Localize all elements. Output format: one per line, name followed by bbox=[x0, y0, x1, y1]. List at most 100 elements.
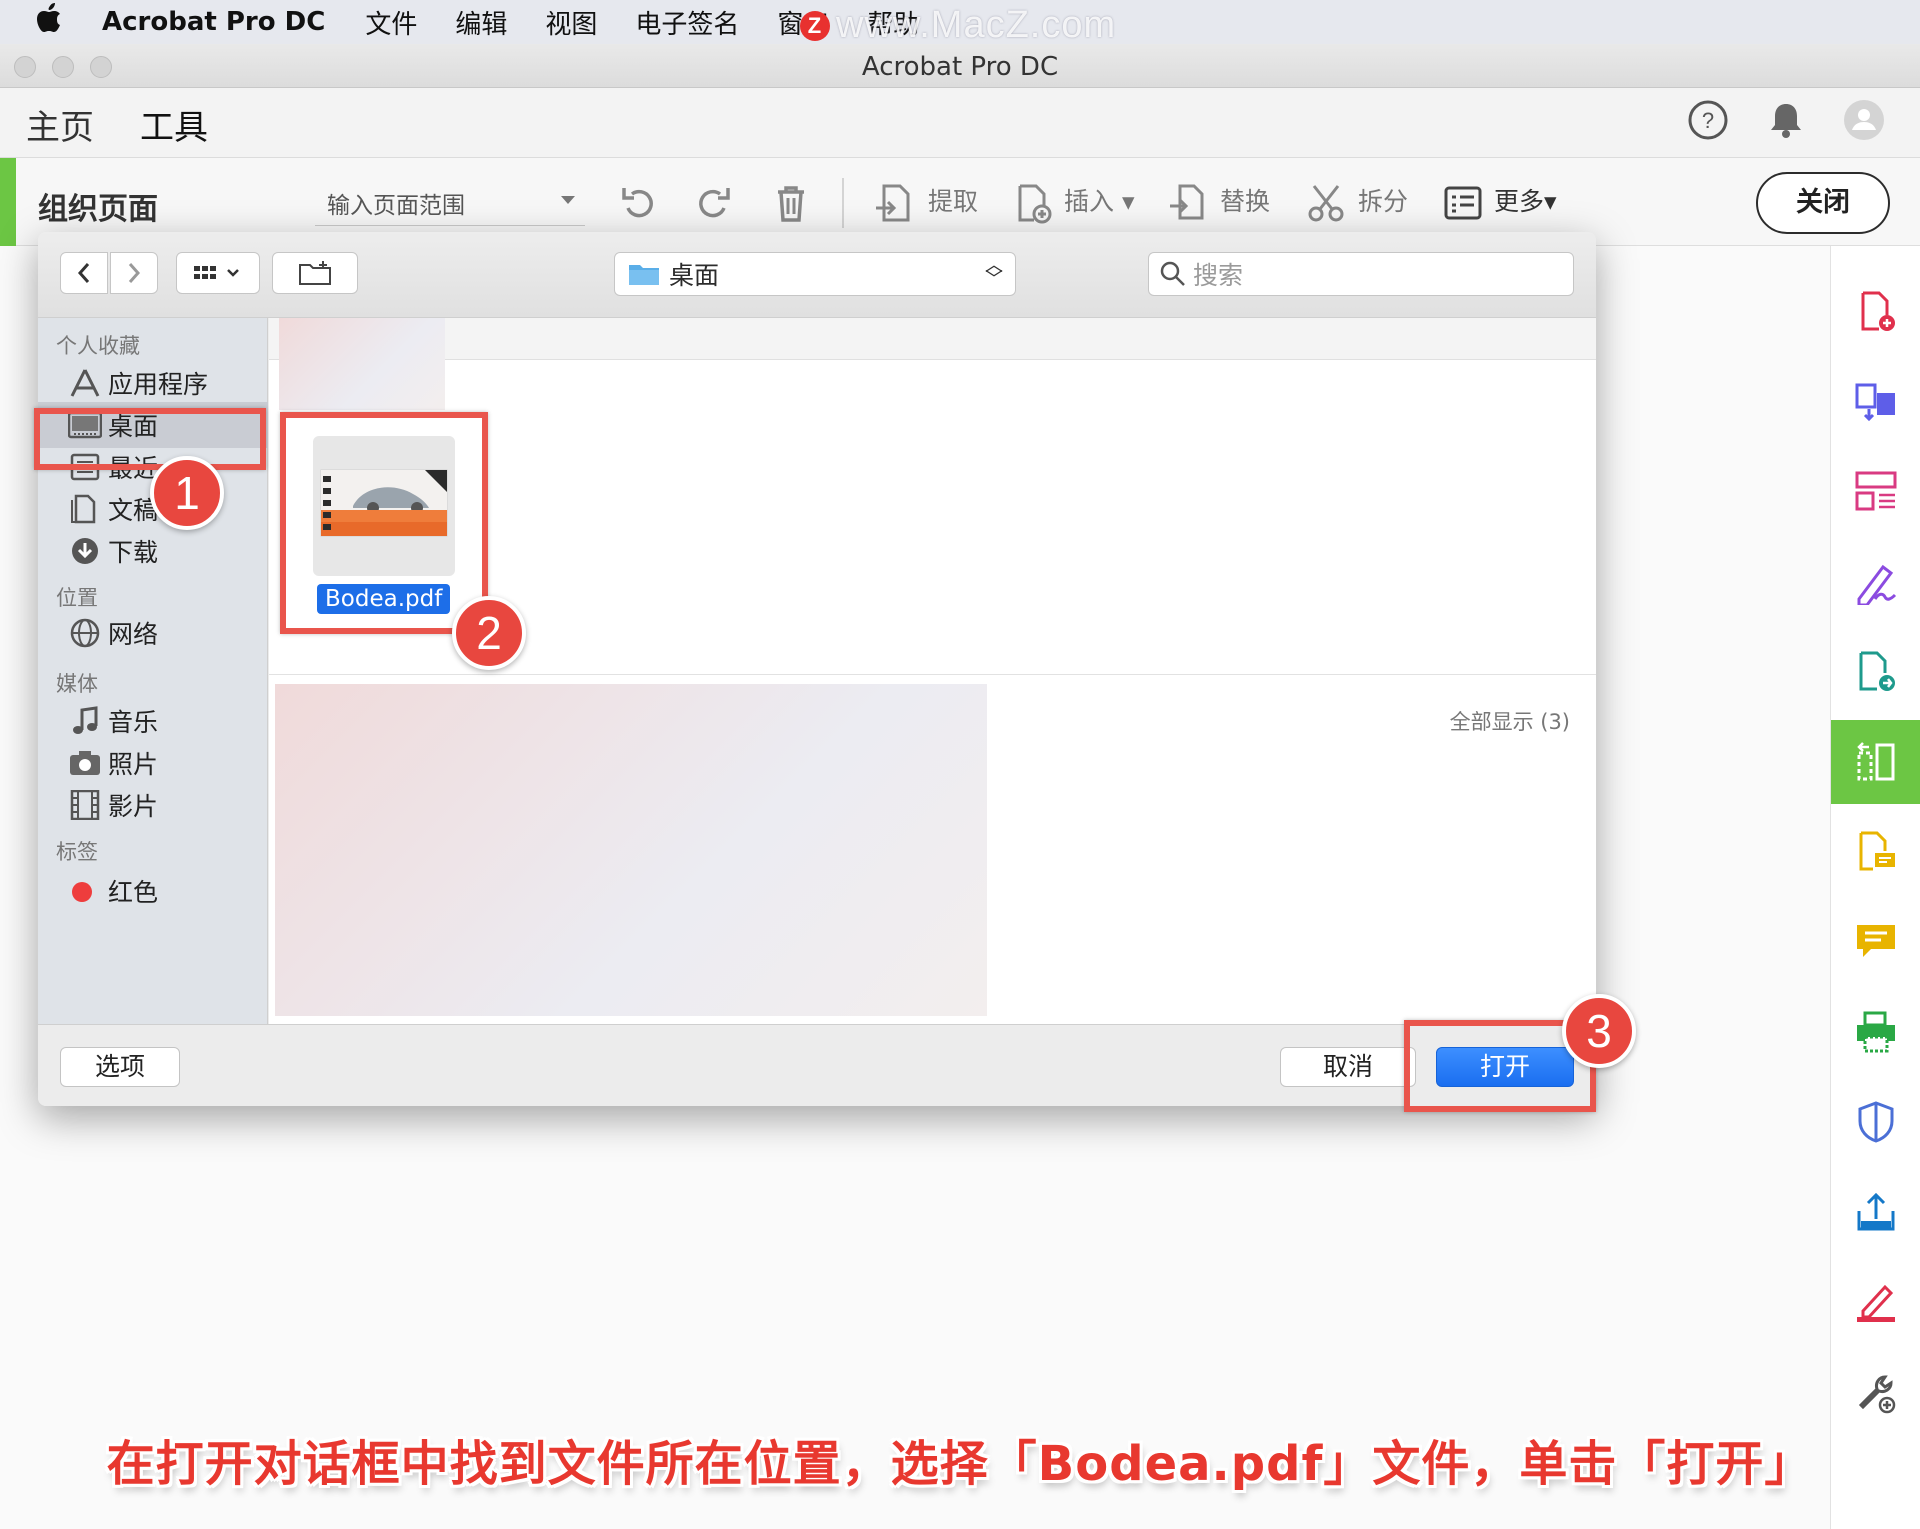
scissors-icon[interactable] bbox=[1304, 180, 1350, 226]
sidebar-item-music[interactable]: 音乐 bbox=[38, 698, 268, 744]
create-pdf-tool[interactable] bbox=[1831, 270, 1920, 354]
insert-button[interactable]: 插入 ▾ bbox=[1064, 182, 1135, 218]
wrench-icon bbox=[1858, 1375, 1896, 1414]
printer-icon bbox=[1857, 1011, 1895, 1053]
menu-esign[interactable]: 电子签名 bbox=[635, 4, 739, 41]
sidebar-item-network[interactable]: 网络 bbox=[38, 610, 268, 656]
sidebar-item-photos[interactable]: 照片 bbox=[38, 740, 268, 786]
view-mode-button[interactable] bbox=[176, 252, 260, 294]
applications-icon bbox=[70, 369, 100, 397]
menu-view[interactable]: 视图 bbox=[545, 4, 597, 41]
page-range-input[interactable]: 输入页面范围 bbox=[315, 178, 585, 226]
show-all-link[interactable]: 全部显示 (3) bbox=[1450, 706, 1570, 736]
sidebar-item-downloads[interactable]: 下载 bbox=[38, 528, 268, 574]
sidebar-label-movies: 影片 bbox=[108, 792, 159, 821]
tags-header: 标签 bbox=[56, 840, 98, 864]
search-placeholder: 搜索 bbox=[1193, 261, 1244, 290]
comment-document-icon bbox=[1859, 831, 1895, 871]
chevron-left-icon bbox=[77, 263, 90, 283]
path-header-strip bbox=[269, 318, 1596, 360]
extract-icon[interactable] bbox=[872, 180, 918, 226]
tutorial-caption: 在打开对话框中找到文件所在位置，选择「Bodea.pdf」文件，单击「打开」 bbox=[106, 1436, 1814, 1492]
location-select[interactable]: 桌面 ︿ ﹀ bbox=[614, 252, 1016, 296]
organize-pages-tool[interactable] bbox=[1831, 720, 1920, 804]
dialog-toolbar: 桌面 ︿ ﹀ 搜索 bbox=[38, 232, 1596, 318]
step-badge-3: 3 bbox=[1562, 994, 1636, 1068]
download-icon bbox=[72, 538, 98, 564]
location-label: 桌面 bbox=[669, 261, 720, 290]
comment-doc-tool[interactable] bbox=[1831, 810, 1920, 894]
svg-text:?: ? bbox=[1702, 108, 1714, 133]
split-button[interactable]: 拆分 bbox=[1358, 182, 1408, 218]
share-tool[interactable] bbox=[1831, 1170, 1920, 1254]
forward-button[interactable] bbox=[110, 252, 158, 294]
scan-tool[interactable] bbox=[1831, 990, 1920, 1074]
new-folder-icon bbox=[299, 261, 331, 285]
more-list-icon[interactable] bbox=[1440, 180, 1486, 226]
close-tool-button[interactable]: 关闭 bbox=[1756, 172, 1890, 234]
documents-icon bbox=[71, 494, 96, 524]
chevron-right-icon bbox=[128, 263, 141, 283]
share-upload-icon bbox=[1857, 1192, 1895, 1231]
comment-tool[interactable] bbox=[1831, 900, 1920, 984]
redact-pen-icon bbox=[1857, 1284, 1895, 1322]
create-pdf-icon bbox=[1861, 291, 1895, 331]
export-pdf-tool[interactable] bbox=[1831, 630, 1920, 714]
media-header: 媒体 bbox=[56, 672, 98, 696]
edit-pdf-tool[interactable] bbox=[1831, 450, 1920, 534]
sidebar-item-movies[interactable]: 影片 bbox=[38, 782, 268, 828]
layout-icon bbox=[1855, 471, 1897, 511]
extract-button[interactable]: 提取 bbox=[928, 182, 978, 218]
search-input[interactable]: 搜索 bbox=[1148, 252, 1574, 296]
more-label: 更多 bbox=[1494, 187, 1545, 216]
rotate-right-icon[interactable] bbox=[690, 180, 736, 226]
section-divider bbox=[269, 674, 1596, 675]
sidebar-label-music: 音乐 bbox=[108, 708, 159, 737]
replace-icon[interactable] bbox=[1166, 180, 1212, 226]
replace-button[interactable]: 替换 bbox=[1220, 182, 1270, 218]
shield-icon bbox=[1858, 1101, 1894, 1143]
fill-sign-tool[interactable] bbox=[1831, 540, 1920, 624]
more-tools[interactable] bbox=[1831, 1350, 1920, 1434]
comment-icon bbox=[1857, 925, 1895, 957]
favorites-header: 个人收藏 bbox=[56, 334, 140, 358]
globe-icon bbox=[70, 618, 100, 648]
options-button[interactable]: 选项 bbox=[60, 1047, 180, 1087]
window-title: Acrobat Pro DC bbox=[861, 52, 1059, 82]
export-pdf-icon bbox=[1859, 651, 1895, 691]
sidebar-item-applications[interactable]: 应用程序 bbox=[38, 360, 268, 406]
watermark: Zwww.MacZ.com bbox=[800, 4, 1116, 47]
new-folder-button[interactable] bbox=[272, 252, 358, 294]
avatar-icon[interactable] bbox=[1842, 98, 1886, 142]
window-titlebar: Acrobat Pro DC bbox=[0, 44, 1920, 88]
combine-files-tool[interactable] bbox=[1831, 360, 1920, 444]
tab-home[interactable]: 主页 bbox=[26, 100, 94, 149]
apple-icon[interactable] bbox=[36, 3, 86, 41]
menu-edit[interactable]: 编辑 bbox=[455, 4, 507, 41]
menu-app-name[interactable]: Acrobat Pro DC bbox=[102, 7, 325, 37]
sidebar-item-tag-red[interactable]: 红色 bbox=[38, 868, 268, 914]
red-tag-dot-icon bbox=[72, 882, 92, 902]
signature-pen-icon bbox=[1857, 564, 1897, 605]
macz-logo-icon: Z bbox=[800, 11, 830, 41]
trash-icon[interactable] bbox=[768, 180, 814, 226]
help-icon[interactable]: ? bbox=[1686, 98, 1730, 142]
cancel-button[interactable]: 取消 bbox=[1280, 1047, 1416, 1087]
tools-rail bbox=[1830, 246, 1920, 1529]
step-badge-1: 1 bbox=[150, 456, 224, 530]
more-button[interactable]: 更多▾ bbox=[1494, 182, 1557, 218]
step-badge-2: 2 bbox=[452, 596, 526, 670]
organize-pages-icon bbox=[1857, 742, 1895, 781]
insert-icon[interactable] bbox=[1010, 180, 1056, 226]
protect-tool[interactable] bbox=[1831, 1080, 1920, 1164]
menu-file[interactable]: 文件 bbox=[365, 4, 417, 41]
highlight-file bbox=[280, 412, 488, 634]
dialog-footer: 选项 取消 打开 bbox=[38, 1024, 1596, 1106]
redact-tool[interactable] bbox=[1831, 1260, 1920, 1344]
bell-icon[interactable] bbox=[1764, 98, 1808, 142]
rotate-left-icon[interactable] bbox=[616, 180, 662, 226]
music-note-icon bbox=[73, 706, 98, 734]
back-button[interactable] bbox=[60, 252, 108, 294]
sidebar-label-tag-red: 红色 bbox=[108, 878, 159, 907]
tab-tools[interactable]: 工具 bbox=[140, 100, 208, 163]
